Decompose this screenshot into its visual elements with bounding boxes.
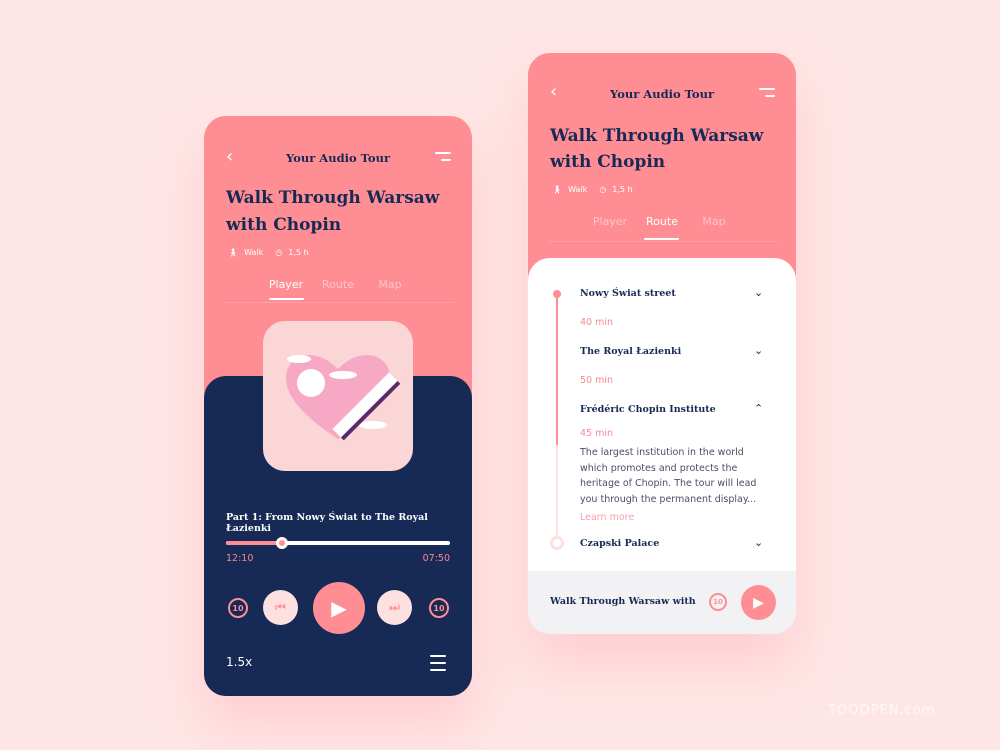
heart-piano-illustration bbox=[286, 354, 401, 441]
duration: 1,5 h bbox=[288, 248, 309, 257]
walk-icon: 🚶︎ bbox=[228, 248, 239, 257]
tour-meta: 🚶︎ Walk ◷ 1,5 h bbox=[552, 185, 633, 194]
chevron-up-icon[interactable]: ⌃ bbox=[754, 402, 763, 415]
stop-name[interactable]: Nowy Świat street bbox=[580, 288, 676, 299]
stop-duration: 45 min bbox=[580, 428, 614, 439]
tab-map[interactable]: Map bbox=[364, 278, 416, 291]
tab-player[interactable]: Player bbox=[584, 215, 636, 228]
tab-route[interactable]: Route bbox=[636, 215, 688, 228]
timeline-dot bbox=[550, 536, 564, 550]
header-title: Your Audio Tour bbox=[610, 87, 714, 101]
mini-player[interactable]: Walk Through Warsaw with Chopin 10 ▶ bbox=[528, 571, 796, 634]
next-button[interactable]: ⏭︎ bbox=[377, 590, 412, 625]
player-screen: ‹ Your Audio Tour Walk Through Warsaw wi… bbox=[204, 116, 472, 696]
playlist-icon[interactable] bbox=[430, 655, 446, 676]
rewind-label: 10 bbox=[713, 598, 723, 606]
mini-player-title: Walk Through Warsaw with Chopin bbox=[550, 596, 698, 607]
walk-icon: 🚶︎ bbox=[552, 185, 563, 194]
chevron-down-icon[interactable]: ⌄ bbox=[754, 286, 763, 299]
play-icon: ▶ bbox=[753, 594, 764, 611]
progress-knob[interactable] bbox=[276, 537, 288, 549]
menu-icon[interactable] bbox=[759, 88, 775, 102]
rewind-10-button[interactable]: 10 bbox=[709, 593, 727, 611]
tour-title: Walk Through Warsaw with Chopin bbox=[226, 185, 439, 239]
stop-duration: 50 min bbox=[580, 375, 614, 386]
time-elapsed: 12:10 bbox=[226, 553, 254, 564]
skip-back-icon: ⏮︎ bbox=[275, 600, 286, 614]
stop-name[interactable]: Czapski Palace bbox=[580, 538, 659, 549]
chevron-down-icon[interactable]: ⌄ bbox=[754, 536, 763, 549]
menu-icon[interactable] bbox=[435, 152, 451, 166]
rewind-label: 10 bbox=[232, 603, 244, 613]
title-line: with Chopin bbox=[226, 215, 342, 235]
tab-player[interactable]: Player bbox=[260, 278, 312, 291]
divider bbox=[224, 302, 454, 303]
stop-description: The largest institution in the world whi… bbox=[580, 447, 757, 505]
clock-icon: ◷ bbox=[599, 185, 607, 194]
stop-duration: 40 min bbox=[580, 317, 614, 328]
clock-icon: ◷ bbox=[275, 248, 283, 257]
tour-meta: 🚶︎ Walk ◷ 1,5 h bbox=[228, 248, 309, 257]
title-line: Walk Through Warsaw bbox=[226, 188, 440, 208]
previous-button[interactable]: ⏮︎ bbox=[263, 590, 298, 625]
progress-slider[interactable] bbox=[226, 537, 450, 549]
play-icon: ▶ bbox=[331, 596, 347, 620]
title-line: with Chopin bbox=[550, 152, 666, 172]
learn-more-link[interactable]: Learn more bbox=[580, 512, 634, 523]
tab-underline bbox=[644, 238, 679, 240]
chevron-down-icon[interactable]: ⌄ bbox=[754, 344, 763, 357]
timeline-dot bbox=[553, 290, 561, 298]
artwork bbox=[263, 321, 413, 471]
tab-underline bbox=[269, 298, 304, 300]
tabs: Player Route Map bbox=[584, 215, 740, 228]
stop-name[interactable]: The Royal Łazienki bbox=[580, 346, 681, 357]
tour-title: Walk Through Warsaw with Chopin bbox=[550, 123, 763, 175]
duration: 1,5 h bbox=[612, 185, 633, 194]
divider bbox=[548, 241, 778, 242]
tab-map[interactable]: Map bbox=[688, 215, 740, 228]
mode: Walk bbox=[244, 248, 264, 257]
route-screen: ‹ Your Audio Tour Walk Through Warsaw wi… bbox=[528, 53, 796, 634]
watermark: TOOOPEN.com bbox=[828, 703, 936, 718]
tab-route[interactable]: Route bbox=[312, 278, 364, 291]
stop-name[interactable]: Frédéric Chopin Institute bbox=[580, 404, 716, 415]
mode: Walk bbox=[568, 185, 588, 194]
progress-fill bbox=[226, 541, 282, 545]
forward-label: 10 bbox=[433, 603, 445, 613]
track-title: Part 1: From Nowy Świat to The Royal Łaz… bbox=[226, 512, 428, 534]
play-button[interactable]: ▶ bbox=[313, 582, 365, 634]
rewind-10-button[interactable]: 10 bbox=[228, 598, 248, 618]
tabs: Player Route Map bbox=[260, 278, 416, 291]
skip-forward-icon: ⏭︎ bbox=[389, 600, 400, 614]
title-line: Walk Through Warsaw bbox=[550, 126, 764, 146]
play-button[interactable]: ▶ bbox=[741, 585, 776, 620]
header-title: Your Audio Tour bbox=[286, 151, 390, 165]
time-remaining: 07:50 bbox=[422, 553, 450, 564]
speed-button[interactable]: 1.5x bbox=[226, 655, 252, 669]
forward-10-button[interactable]: 10 bbox=[429, 598, 449, 618]
timeline-progress bbox=[556, 293, 558, 445]
